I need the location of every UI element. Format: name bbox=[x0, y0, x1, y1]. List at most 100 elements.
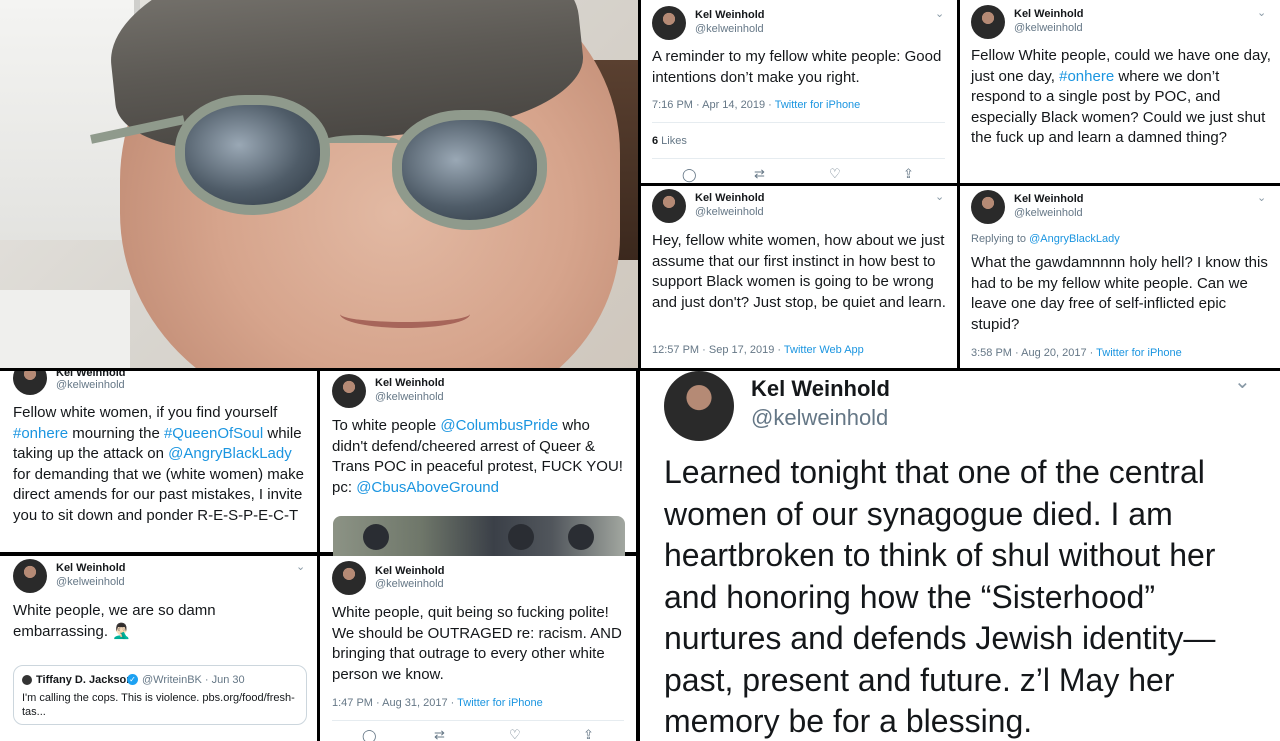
chevron-down-icon[interactable]: ⌄ bbox=[1234, 371, 1251, 394]
mention-link[interactable]: @AngryBlackLady bbox=[168, 445, 292, 462]
tweet-author-name[interactable]: Kel Weinhold bbox=[56, 562, 125, 574]
retweet-icon[interactable]: ⇄ bbox=[754, 166, 765, 182]
avatar[interactable] bbox=[332, 561, 366, 595]
tweet-author-handle[interactable]: @kelweinhold bbox=[375, 391, 444, 403]
tweet-timestamp: 3:58 PM · Aug 20, 2017 · Twitter for iPh… bbox=[971, 347, 1182, 359]
tweet-text: A reminder to my fellow white people: Go… bbox=[652, 48, 942, 86]
glasses-left-lens bbox=[175, 95, 330, 215]
mouth bbox=[340, 300, 470, 328]
tweet-photo[interactable] bbox=[333, 516, 625, 556]
tweet-text: Hey, fellow white women, how about we ju… bbox=[652, 232, 946, 311]
glasses-bridge bbox=[322, 135, 400, 149]
reply-icon[interactable]: ◯ bbox=[362, 728, 377, 741]
like-icon[interactable]: ♡ bbox=[509, 727, 521, 741]
avatar[interactable] bbox=[971, 190, 1005, 224]
hashtag-link[interactable]: #onhere bbox=[13, 425, 68, 442]
tweet-source[interactable]: Twitter for iPhone bbox=[1096, 347, 1182, 359]
share-icon[interactable]: ⇪ bbox=[903, 166, 914, 182]
avatar[interactable] bbox=[652, 6, 686, 40]
tweet-author-handle[interactable]: @kelweinhold bbox=[56, 576, 125, 588]
tweet-card-8: Kel Weinhold @kelweinhold White people, … bbox=[320, 556, 636, 741]
hashtag-link[interactable]: #QueenOfSoul bbox=[164, 425, 263, 442]
photo-figure bbox=[508, 524, 534, 550]
tweet-text: White people, we are so damn embarrassin… bbox=[13, 602, 216, 640]
hashtag-link[interactable]: #onhere bbox=[1059, 68, 1114, 85]
verified-icon: ✓ bbox=[127, 674, 138, 685]
tweet-author-handle[interactable]: @kelweinhold bbox=[1014, 22, 1083, 34]
tweet-timestamp: 1:47 PM · Aug 31, 2017 · Twitter for iPh… bbox=[332, 697, 543, 709]
tweet-author-handle[interactable]: @kelweinhold bbox=[695, 206, 764, 218]
tweet-timestamp: 12:57 PM · Sep 17, 2019 · Twitter Web Ap… bbox=[652, 344, 864, 356]
tweet-text-part: for demanding that we (white women) make… bbox=[13, 465, 304, 524]
chevron-down-icon[interactable]: ⌄ bbox=[935, 7, 944, 20]
tweet-author-handle[interactable]: @kelweinhold bbox=[695, 23, 764, 35]
tweet-author-name[interactable]: Kel Weinhold bbox=[56, 371, 125, 379]
tweet-text-part: mourning the bbox=[68, 424, 164, 442]
replying-to: Replying to @AngryBlackLady bbox=[971, 233, 1120, 245]
quoted-tweet[interactable]: Tiffany D. Jackson ✓ @WriteinBK · Jun 30… bbox=[13, 665, 307, 725]
tweet-source[interactable]: Twitter for iPhone bbox=[775, 99, 861, 111]
tweet-card-5: Kel Weinhold @kelweinhold Fellow white w… bbox=[0, 371, 317, 552]
tweet-text-part: To white people bbox=[332, 417, 441, 434]
tweet-author-name[interactable]: Kel Weinhold bbox=[695, 9, 764, 21]
avatar[interactable] bbox=[971, 5, 1005, 39]
avatar[interactable] bbox=[332, 374, 366, 408]
tweet-author-name[interactable]: Kel Weinhold bbox=[1014, 193, 1083, 205]
tweet-time: 3:58 PM · Aug 20, 2017 · bbox=[971, 347, 1097, 359]
glasses-right-lens bbox=[392, 110, 547, 230]
tweet-card-7: Kel Weinhold @kelweinhold ⌄ White people… bbox=[0, 556, 317, 741]
tweet-text: White people, quit being so fucking poli… bbox=[332, 604, 622, 683]
tweet-author-name[interactable]: Kel Weinhold bbox=[695, 192, 764, 204]
quoted-text: I'm calling the cops. This is violence. … bbox=[22, 692, 295, 718]
tweet-author-handle[interactable]: @kelweinhold bbox=[751, 405, 888, 431]
share-icon[interactable]: ⇪ bbox=[583, 727, 594, 741]
tweet-author-name[interactable]: Kel Weinhold bbox=[375, 377, 444, 389]
photo-figure bbox=[363, 524, 389, 550]
replying-label: Replying to bbox=[971, 233, 1030, 245]
tweet-author-handle[interactable]: @kelweinhold bbox=[375, 578, 444, 590]
like-icon[interactable]: ♡ bbox=[829, 166, 841, 182]
tweet-time: 12:57 PM · Sep 17, 2019 · bbox=[652, 344, 784, 356]
tweet-author-handle[interactable]: @kelweinhold bbox=[1014, 207, 1083, 219]
tweet-author-name[interactable]: Kel Weinhold bbox=[1014, 8, 1083, 20]
tweet-source[interactable]: Twitter for iPhone bbox=[457, 697, 543, 709]
tweet-author-handle[interactable]: @kelweinhold bbox=[56, 379, 125, 391]
avatar[interactable] bbox=[664, 371, 734, 441]
tweet-time: 7:16 PM · Apr 14, 2019 · bbox=[652, 99, 775, 111]
tweet-author-name[interactable]: Kel Weinhold bbox=[751, 376, 890, 402]
tweet-author-name[interactable]: Kel Weinhold bbox=[375, 565, 444, 577]
quoted-author-name: Tiffany D. Jackson bbox=[36, 674, 133, 686]
avatar[interactable] bbox=[13, 559, 47, 593]
tweet-card-3: Kel Weinhold @kelweinhold ⌄ Hey, fellow … bbox=[641, 186, 957, 368]
avatar[interactable] bbox=[13, 371, 47, 395]
tweet-text: Fellow White people, could we have one d… bbox=[971, 46, 1273, 149]
tweet-card-1: Kel Weinhold @kelweinhold ⌄ A reminder t… bbox=[641, 0, 957, 183]
chevron-down-icon[interactable]: ⌄ bbox=[1257, 6, 1266, 19]
tweet-time: 1:47 PM · Aug 31, 2017 · bbox=[332, 697, 458, 709]
quoted-author-handle: @WriteinBK · Jun 30 bbox=[142, 674, 245, 686]
chevron-down-icon[interactable]: ⌄ bbox=[935, 190, 944, 203]
mention-link[interactable]: @ColumbusPride bbox=[440, 417, 558, 434]
avatar[interactable] bbox=[652, 189, 686, 223]
tweet-text: To white people @ColumbusPride who didn'… bbox=[332, 416, 628, 498]
mention-link[interactable]: @CbusAboveGround bbox=[356, 479, 499, 496]
tweet-text: Fellow white women, if you find yourself… bbox=[13, 403, 313, 526]
likes-count[interactable]: 6 Likes bbox=[652, 135, 687, 147]
retweet-icon[interactable]: ⇄ bbox=[434, 727, 445, 741]
tweet-source[interactable]: Twitter Web App bbox=[784, 344, 864, 356]
profile-photo bbox=[0, 0, 638, 368]
mention-link[interactable]: @AngryBlackLady bbox=[1029, 233, 1120, 245]
tweet-timestamp: 7:16 PM · Apr 14, 2019 · Twitter for iPh… bbox=[652, 99, 860, 111]
tweet-card-2: Kel Weinhold @kelweinhold ⌄ Fellow White… bbox=[960, 0, 1280, 183]
divider bbox=[652, 122, 945, 123]
reply-icon[interactable]: ◯ bbox=[682, 167, 697, 183]
tweet-text-part: Fellow white women, if you find yourself bbox=[13, 404, 278, 421]
tweet-card-large: Kel Weinhold @kelweinhold ⌄ Learned toni… bbox=[640, 371, 1280, 741]
divider bbox=[652, 158, 945, 159]
tweet-card-4: Kel Weinhold @kelweinhold ⌄ Replying to … bbox=[960, 186, 1280, 368]
background-shelf bbox=[0, 290, 130, 368]
chevron-down-icon[interactable]: ⌄ bbox=[296, 560, 305, 573]
chevron-down-icon[interactable]: ⌄ bbox=[1257, 191, 1266, 204]
tweet-text: What the gawdamnnnn holy hell? I know th… bbox=[971, 254, 1268, 333]
photo-figure bbox=[568, 524, 594, 550]
